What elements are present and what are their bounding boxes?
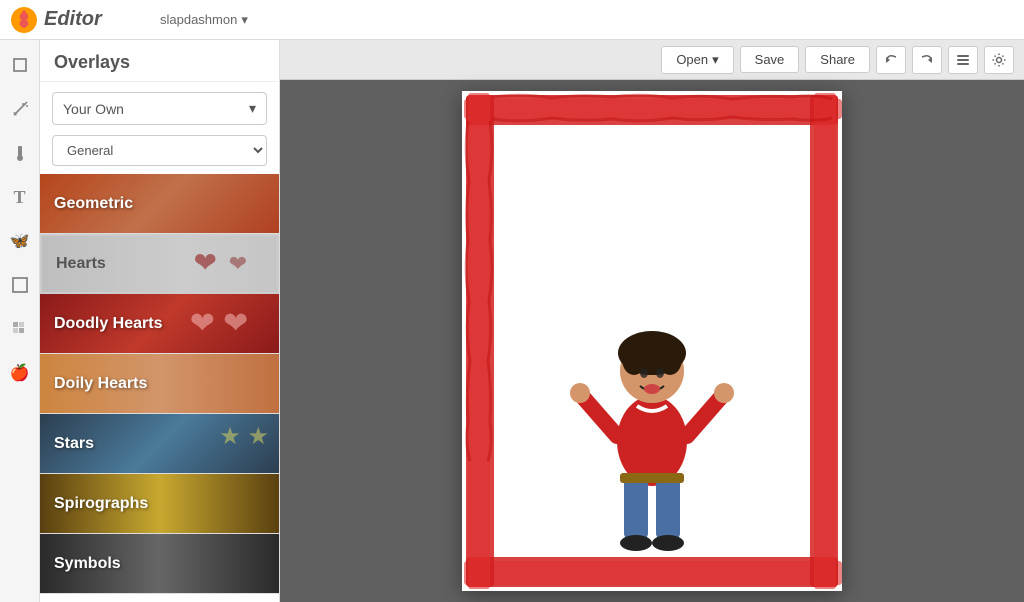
crop-tool[interactable] — [5, 50, 35, 80]
logo-icon — [10, 6, 38, 34]
logo-text: Editor — [44, 8, 102, 31]
sidebar: Overlays Your Own ▾ General Geometric — [40, 40, 280, 602]
canvas-frame — [462, 91, 842, 591]
canvas-area: Open ▾ Save Share — [280, 40, 1024, 602]
overlay-label-geometric: Geometric — [40, 174, 279, 233]
overlay-item-hearts[interactable]: ❤ ❤ Hearts — [40, 234, 279, 294]
category-dropdown-row: General — [40, 135, 279, 174]
share-label: Share — [820, 52, 855, 67]
magic-tool[interactable] — [5, 94, 35, 124]
child-figure — [552, 241, 752, 561]
top-bar: Editor slapdashmon ▾ — [0, 0, 1024, 40]
overlay-item-stars[interactable]: ★ ★ Stars — [40, 414, 279, 474]
open-button[interactable]: Open ▾ — [661, 46, 733, 74]
text-tool[interactable]: T — [5, 182, 35, 212]
open-label: Open — [676, 52, 708, 67]
save-button[interactable]: Save — [740, 46, 800, 73]
overlay-label-hearts: Hearts — [42, 236, 277, 292]
canvas-toolbar: Open ▾ Save Share — [280, 40, 1024, 80]
butterfly-tool[interactable]: 🦋 — [5, 226, 35, 256]
settings-button[interactable] — [984, 46, 1014, 74]
overlay-item-spirographs[interactable]: Spirographs — [40, 474, 279, 534]
overlay-item-doily-hearts[interactable]: Doily Hearts — [40, 354, 279, 414]
logo-area: Editor — [0, 6, 150, 34]
overlay-label-doodly-hearts: Doodly Hearts — [40, 294, 279, 353]
apple-tool[interactable]: 🍎 — [5, 358, 35, 388]
overlay-list: Geometric ❤ ❤ Hearts ❤ ❤ Doodly Hear — [40, 174, 279, 602]
save-label: Save — [755, 52, 785, 67]
share-button[interactable]: Share — [805, 46, 870, 73]
left-toolbar: T 🦋 🍎 — [0, 40, 40, 602]
undo-button[interactable] — [876, 46, 906, 74]
brush-tool[interactable] — [5, 138, 35, 168]
main-layout: T 🦋 🍎 Overlays Your Own ▾ — [0, 40, 1024, 602]
your-own-dropdown[interactable]: Your Own ▾ — [52, 92, 267, 125]
dropdown-chevron-icon: ▾ — [249, 100, 256, 117]
overlay-item-geometric[interactable]: Geometric — [40, 174, 279, 234]
overlay-label-doily-hearts: Doily Hearts — [40, 354, 279, 413]
username-label: slapdashmon — [160, 12, 237, 27]
overlay-item-doodly-hearts[interactable]: ❤ ❤ Doodly Hearts — [40, 294, 279, 354]
overlay-label-symbols: Symbols — [40, 534, 279, 593]
open-arrow-icon: ▾ — [712, 52, 719, 68]
canvas-content — [280, 80, 1024, 602]
overlay-item-symbols[interactable]: Symbols — [40, 534, 279, 594]
frame-tool[interactable] — [5, 270, 35, 300]
child-photo — [532, 221, 772, 561]
your-own-label: Your Own — [63, 101, 124, 117]
overlay-label-spirographs: Spirographs — [40, 474, 279, 533]
your-own-dropdown-row: Your Own ▾ — [40, 82, 279, 135]
sidebar-title: Overlays — [40, 40, 279, 82]
user-dropdown[interactable]: slapdashmon ▾ — [160, 12, 248, 28]
category-dropdown[interactable]: General — [52, 135, 267, 166]
dropdown-arrow-icon: ▾ — [241, 12, 248, 28]
overlay-label-stars: Stars — [40, 414, 279, 473]
layers-button[interactable] — [948, 46, 978, 74]
redo-button[interactable] — [912, 46, 942, 74]
grid-tool[interactable] — [5, 314, 35, 344]
